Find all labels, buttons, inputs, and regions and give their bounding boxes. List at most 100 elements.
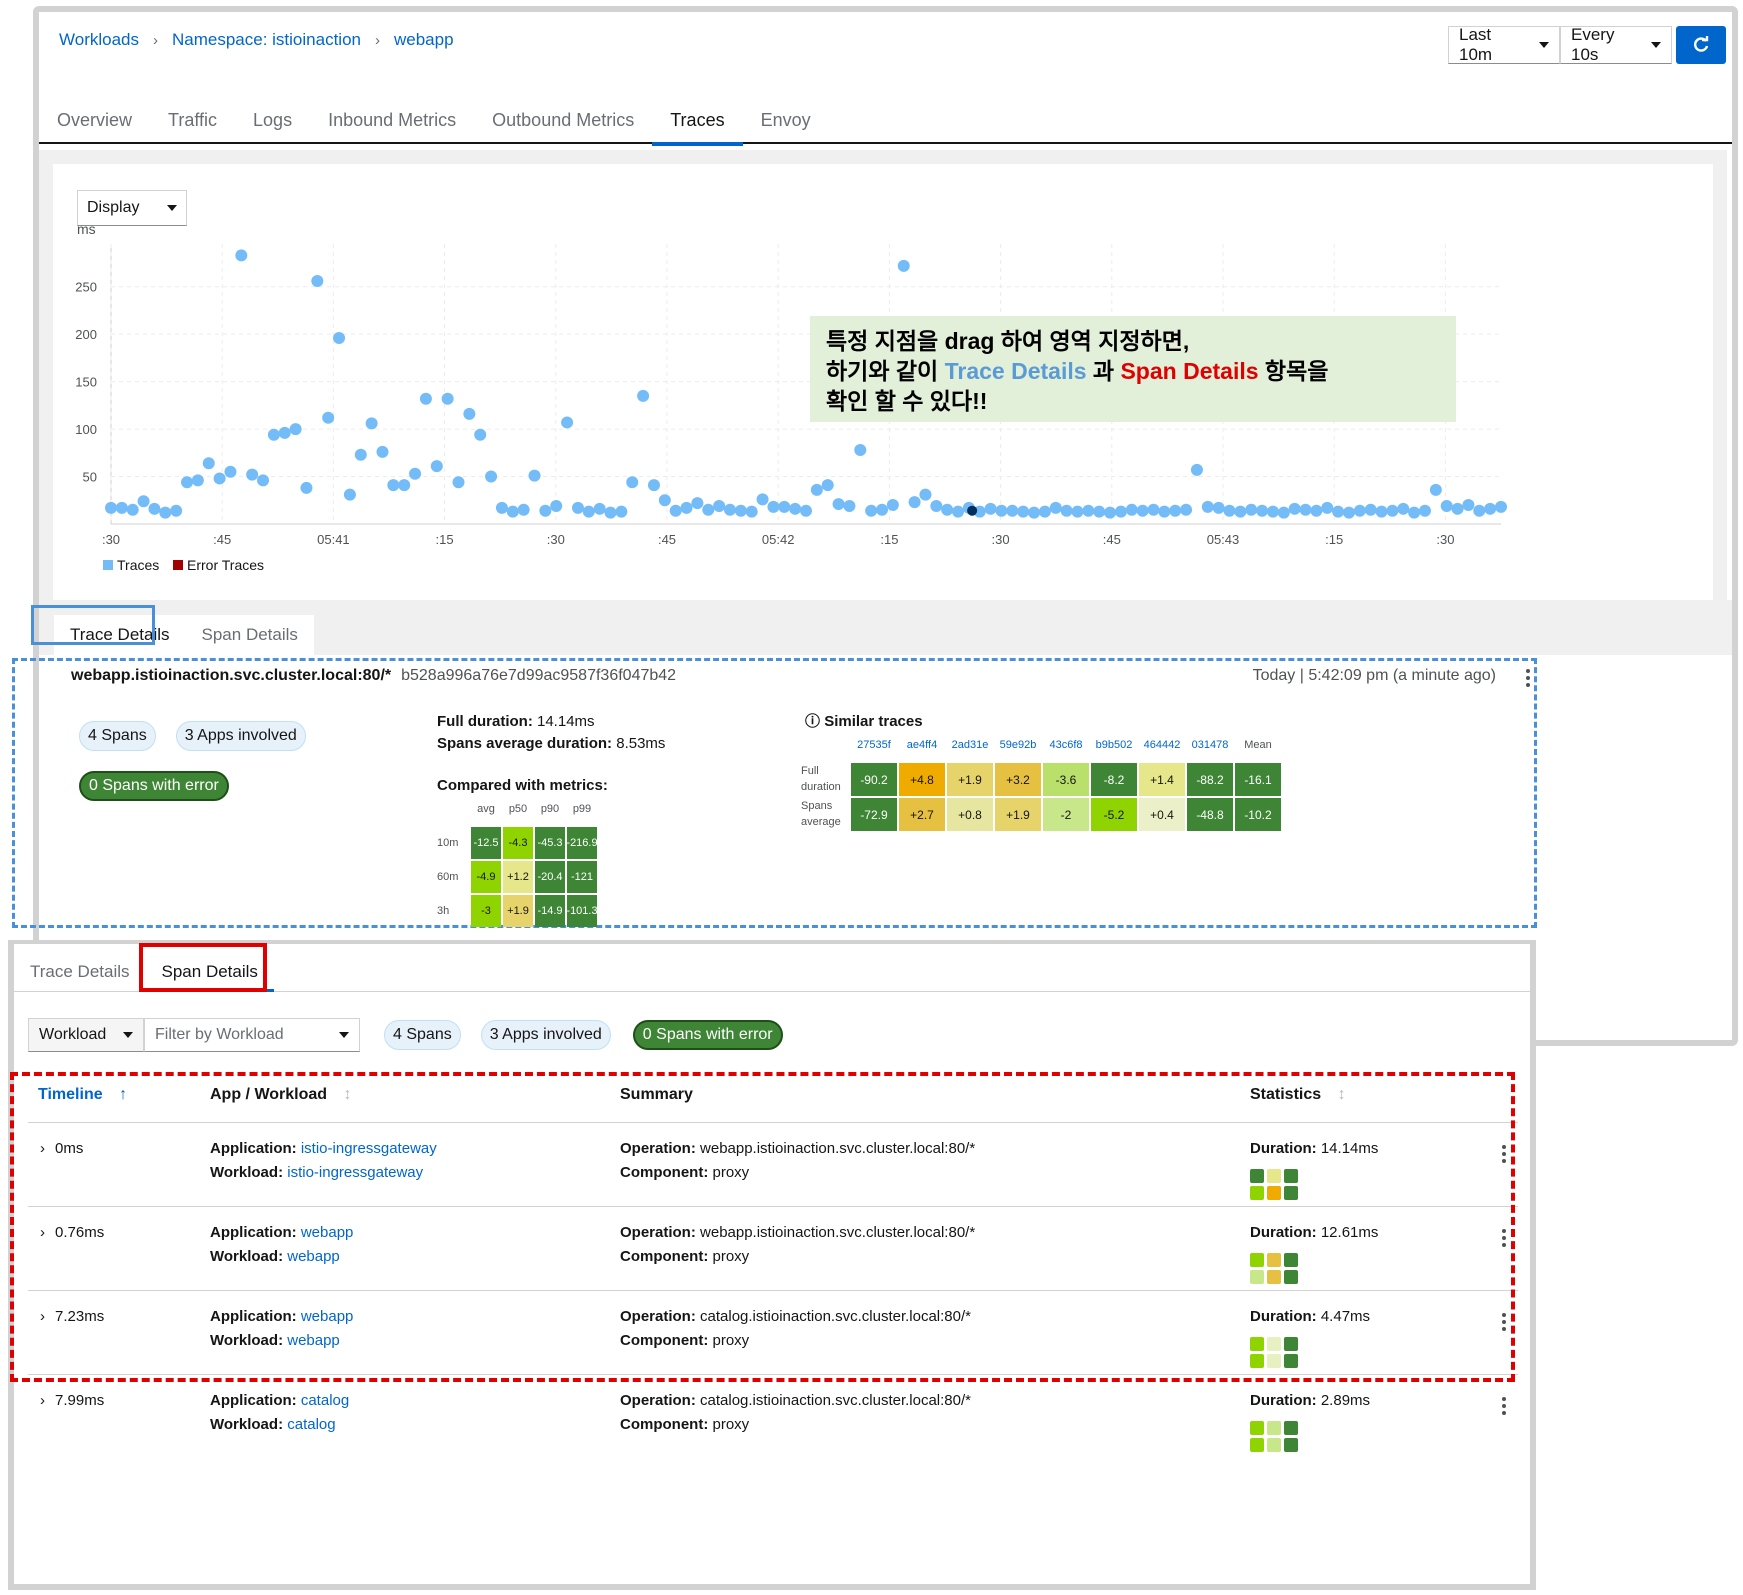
breadcrumb-workloads[interactable]: Workloads [59, 30, 139, 50]
x-tick-label: 05:42 [762, 532, 795, 547]
kebab-menu-icon[interactable] [1526, 669, 1530, 690]
span-stat-heatmap [1250, 1421, 1298, 1452]
trace-point [876, 503, 889, 516]
trace-point [1006, 504, 1019, 517]
similar-trace-link[interactable]: 59e92b [995, 739, 1041, 761]
trace-point [517, 503, 530, 516]
trace-point [1473, 504, 1486, 517]
display-select[interactable]: Display [77, 190, 187, 226]
refresh-interval-value: Every 10s [1571, 25, 1615, 64]
legend-error-traces: Error Traces [187, 557, 264, 573]
avg-duration-label: Spans average duration: [437, 735, 613, 752]
trace-point [170, 504, 183, 517]
application-link[interactable]: catalog [301, 1392, 349, 1409]
trace-point [213, 472, 226, 485]
duration-value: 2.89ms [1320, 1392, 1371, 1409]
similar-trace-link[interactable]: b9b502 [1091, 739, 1137, 761]
trace-point [952, 505, 965, 518]
trace-point [1408, 506, 1421, 519]
statistics-cell: Duration: 2.89ms [1250, 1389, 1370, 1413]
similar-traces-title: ⓘ Similar traces [805, 711, 923, 733]
info-icon: ⓘ [805, 713, 821, 730]
trace-point [756, 493, 769, 506]
trace-point [789, 502, 802, 515]
trace-point [485, 470, 498, 483]
trace-point [1418, 504, 1431, 517]
tab-traces[interactable]: Traces [652, 102, 743, 146]
trace-point [1386, 504, 1399, 517]
stat-cell [1284, 1438, 1298, 1452]
filter-workload-select[interactable]: Filter by Workload [144, 1018, 360, 1052]
x-tick-label: :30 [1436, 532, 1454, 547]
trace-point [528, 469, 541, 482]
trace-point [148, 502, 161, 515]
metric-col-header: p90 [540, 803, 560, 815]
similar-trace-link[interactable]: 464442 [1139, 739, 1185, 761]
trace-point [474, 428, 487, 441]
metric-cell: -101.3 [566, 895, 598, 927]
tab-overview[interactable]: Overview [39, 102, 150, 144]
tab-traffic[interactable]: Traffic [150, 102, 235, 144]
metric-row-label: 10m [437, 837, 459, 849]
similar-cell: +1.9 [947, 763, 993, 796]
tab-logs[interactable]: Logs [235, 102, 310, 144]
trace-point [1342, 506, 1355, 519]
trace-point [1462, 499, 1475, 512]
trace-point [1299, 503, 1312, 516]
component-label: Component: [620, 1416, 709, 1433]
tab-span-details[interactable]: Span Details [185, 615, 314, 655]
metric-col-header: avg [477, 803, 495, 815]
tab-trace-details[interactable]: Trace Details [14, 952, 146, 991]
trace-point [137, 495, 150, 508]
metric-cell: -216.9 [566, 827, 598, 859]
chevron-right-icon[interactable]: › [40, 1392, 45, 1409]
trace-point [1028, 506, 1041, 519]
similar-trace-link[interactable]: 2ad31e [947, 739, 993, 761]
trace-point [821, 479, 834, 492]
trace-point [1484, 502, 1497, 515]
similar-cell: +2.7 [899, 798, 945, 831]
filter-type-select[interactable]: Workload [28, 1018, 144, 1052]
metric-cell: -20.4 [535, 861, 565, 893]
trace-point [1060, 504, 1073, 517]
trace-point [1397, 502, 1410, 515]
tab-envoy[interactable]: Envoy [743, 102, 829, 144]
row-label-line: Full [801, 765, 819, 777]
refresh-interval-select[interactable]: Every 10s [1560, 25, 1672, 64]
time-range-select[interactable]: Last 10m [1448, 25, 1560, 64]
metric-cell: -121 [567, 861, 597, 893]
trace-point [897, 259, 910, 272]
filter-type-value: Workload [39, 1026, 107, 1043]
stat-cell [1284, 1421, 1298, 1435]
trace-point [1212, 501, 1225, 514]
trace-point [832, 498, 845, 511]
trace-point [1125, 503, 1138, 516]
tab-inbound-metrics[interactable]: Inbound Metrics [310, 102, 474, 144]
breadcrumb-webapp[interactable]: webapp [394, 30, 454, 50]
workload-link[interactable]: catalog [287, 1416, 335, 1433]
metric-row-label: 60m [437, 871, 459, 883]
row-label-line: average [801, 816, 841, 828]
trace-point [1451, 502, 1464, 515]
similar-trace-link[interactable]: ae4ff4 [899, 739, 945, 761]
table-row[interactable]: › 7.99ms Application: catalog Workload: cat… [28, 1374, 1518, 1458]
breadcrumb-namespace[interactable]: Namespace: istioinaction [172, 30, 361, 50]
similar-trace-link[interactable]: 27535f [851, 739, 897, 761]
trace-point [1364, 503, 1377, 516]
similar-trace-link[interactable]: 031478 [1187, 739, 1233, 761]
refresh-icon [1694, 36, 1709, 52]
trace-point [886, 499, 899, 512]
similar-trace-link[interactable]: 43c6f8 [1043, 739, 1089, 761]
trace-point [235, 249, 248, 262]
x-tick-label: :30 [547, 532, 565, 547]
tab-outbound-metrics[interactable]: Outbound Metrics [474, 102, 652, 144]
kebab-menu-icon[interactable] [1502, 1397, 1506, 1418]
trace-point [1375, 505, 1388, 518]
grid-corner [437, 803, 469, 825]
annotation-line-3: 확인 할 수 있다!! [826, 388, 988, 414]
trace-point [1038, 505, 1051, 518]
similar-cell: -88.2 [1187, 763, 1233, 796]
refresh-button[interactable] [1676, 26, 1726, 64]
trace-point [1256, 504, 1269, 517]
trace-point [1114, 505, 1127, 518]
